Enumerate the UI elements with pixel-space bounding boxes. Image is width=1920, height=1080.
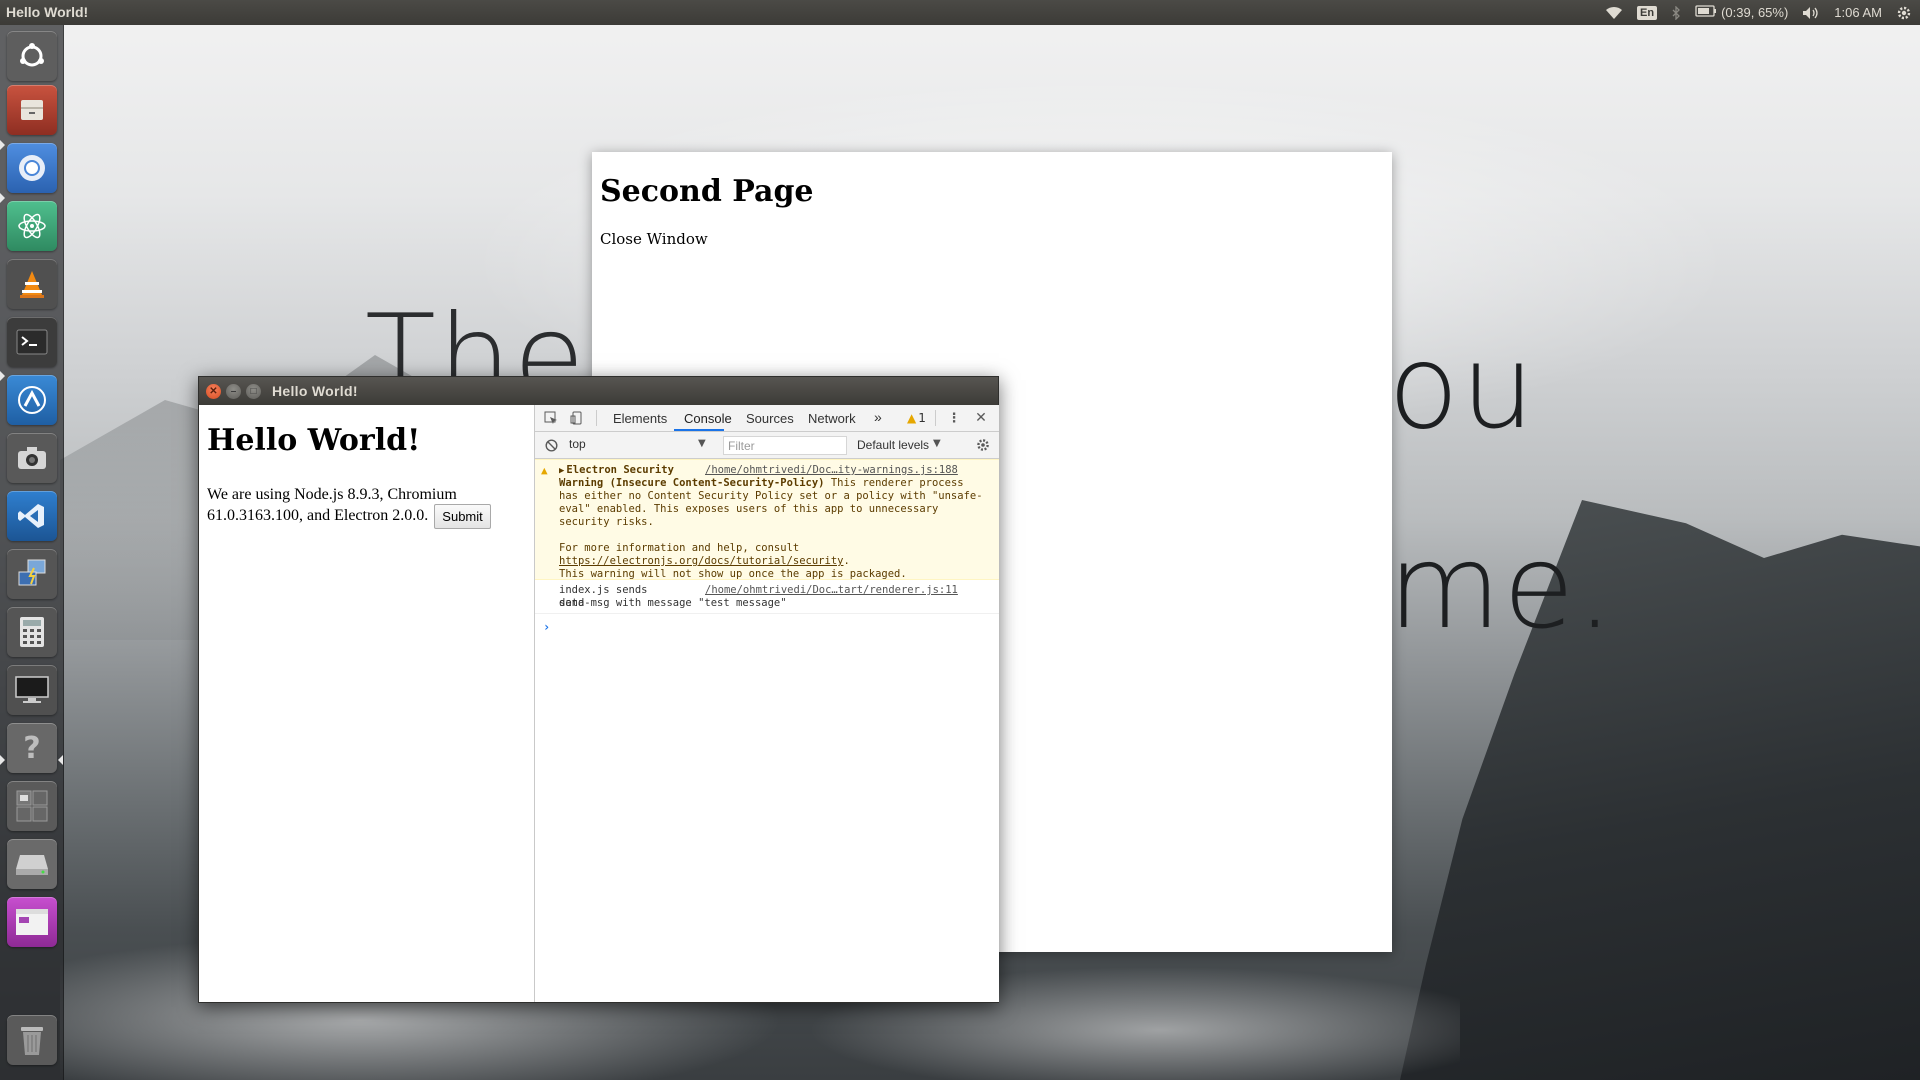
second-page-heading: Second Page [600, 174, 814, 209]
chromium-icon[interactable] [7, 143, 57, 193]
tab-elements[interactable]: Elements [613, 411, 667, 426]
wallpaper-text-ou: ou [1388, 320, 1537, 455]
console-settings-gear-icon[interactable] [975, 437, 991, 453]
maximize-icon[interactable]: □ [246, 384, 261, 399]
battery-text: (0:39, 65%) [1721, 5, 1789, 20]
warning-icon: ▲ [907, 411, 917, 425]
wallpaper-text-me: me. [1388, 520, 1616, 655]
running-indicator [0, 140, 5, 150]
volume-icon[interactable] [1802, 6, 1820, 20]
arrow-up-logo-icon[interactable] [7, 375, 57, 425]
ubuntu-logo-icon[interactable] [7, 31, 57, 81]
log-levels-selector[interactable]: Default levels [857, 438, 929, 452]
warning-footer: This warning will not show up once the a… [559, 568, 907, 580]
monitor-icon[interactable] [7, 665, 57, 715]
minimize-icon[interactable]: – [226, 384, 241, 399]
device-toolbar-icon[interactable] [569, 410, 585, 426]
wifi-icon[interactable] [1605, 6, 1623, 20]
close-icon[interactable]: ✕ [206, 384, 221, 399]
remote-desktop-icon[interactable] [7, 549, 57, 599]
dropdown-arrow-icon[interactable]: ▼ [933, 438, 941, 449]
close-devtools-icon[interactable]: ✕ [973, 410, 989, 426]
submit-button[interactable]: Submit [434, 504, 491, 529]
console-log-message: index.js sends send- data msg with messa… [535, 581, 999, 614]
log-text-line2: data msg with message "test message" [559, 597, 787, 609]
inspect-element-icon[interactable] [543, 410, 559, 426]
vscode-icon[interactable] [7, 491, 57, 541]
file-cabinet-icon[interactable] [7, 85, 57, 135]
expand-triangle-icon[interactable]: ▶ [559, 466, 564, 476]
running-indicator [0, 193, 5, 203]
console-prompt[interactable]: › [543, 620, 550, 634]
bluetooth-icon[interactable] [1671, 5, 1681, 20]
active-window-title: Hello World! [6, 4, 89, 20]
warning-title[interactable]: ▶ Electron Security [559, 464, 674, 476]
devtools-panel: Elements Console Sources Network » ▲ 1 ⋮… [534, 405, 999, 1002]
source-link[interactable]: /home/ohmtrivedi/Doc…ity-warnings.js:188 [705, 464, 958, 476]
trash-icon[interactable] [7, 1015, 57, 1065]
battery-icon [1695, 5, 1717, 20]
atom-icon[interactable] [7, 201, 57, 251]
battery-indicator[interactable]: (0:39, 65%) [1695, 5, 1788, 20]
warning-count-badge[interactable]: ▲ 1 [907, 411, 926, 425]
kebab-menu-icon[interactable]: ⋮ [946, 410, 962, 426]
terminal-icon[interactable] [7, 317, 57, 367]
running-indicator [0, 371, 5, 381]
camera-icon[interactable] [7, 433, 57, 483]
console-output: ▲ ▶ Electron Security /home/ohmtrivedi/Do… [535, 459, 999, 1002]
active-tab-indicator [674, 429, 724, 431]
toolbar-divider [596, 410, 597, 426]
clear-console-icon[interactable] [543, 437, 559, 453]
warning-icon: ▲ [541, 464, 548, 477]
unity-launcher: ? [0, 25, 64, 1080]
console-toolbar: top ▼ Default levels ▼ [535, 432, 999, 459]
calculator-icon[interactable] [7, 607, 57, 657]
tab-console[interactable]: Console [684, 411, 732, 426]
versions-paragraph: We are using Node.js 8.9.3, Chromium 61.… [207, 485, 527, 529]
system-tray: En (0:39, 65%) 1:06 AM [1605, 0, 1912, 25]
dropdown-arrow-icon[interactable]: ▼ [698, 438, 706, 449]
app-window-icon[interactable] [7, 897, 57, 947]
running-indicator [0, 755, 5, 765]
vlc-cone-icon[interactable] [7, 259, 57, 309]
warning-title-text: Electron Security [566, 464, 674, 476]
hard-drive-icon[interactable] [7, 839, 57, 889]
workspace-switcher-icon[interactable] [7, 781, 57, 831]
more-tabs-chevron-icon[interactable]: » [874, 409, 882, 425]
language-badge: En [1637, 5, 1658, 20]
settings-gear-icon[interactable] [1896, 5, 1912, 21]
source-link[interactable]: /home/ohmtrivedi/Doc…tart/renderer.js:11 [705, 584, 958, 596]
help-text: For more information and help, consult [559, 542, 806, 554]
keyboard-language-indicator[interactable]: En [1637, 5, 1658, 20]
help-link[interactable]: https://electronjs.org/docs/tutorial/sec… [559, 555, 843, 567]
window-title: Hello World! [272, 383, 358, 399]
question-mark-icon[interactable]: ? [7, 723, 57, 773]
window-titlebar[interactable]: ✕ – □ Hello World! [199, 377, 998, 405]
toolbar-divider [935, 410, 936, 426]
versions-text: We are using Node.js 8.9.3, Chromium 61.… [207, 486, 457, 525]
close-window-link[interactable]: Close Window [600, 230, 708, 248]
clock[interactable]: 1:06 AM [1834, 5, 1882, 20]
console-warning-message: ▲ ▶ Electron Security /home/ohmtrivedi/Do… [535, 459, 999, 580]
warning-count: 1 [918, 411, 926, 425]
console-filter-input[interactable] [723, 436, 847, 455]
warning-label: Warning (Insecure Content-Security-Polic… [559, 477, 825, 489]
focused-indicator [58, 755, 63, 765]
warning-body: Warning (Insecure Content-Security-Polic… [559, 477, 983, 580]
devtools-tabbar: Elements Console Sources Network » ▲ 1 ⋮… [535, 405, 999, 432]
hello-world-window: ✕ – □ Hello World! Hello World! We are u… [198, 376, 999, 1003]
app-content: Hello World! We are using Node.js 8.9.3,… [199, 405, 535, 1002]
context-selector[interactable]: top [569, 437, 683, 454]
page-heading: Hello World! [207, 423, 421, 458]
tab-sources[interactable]: Sources [746, 411, 794, 426]
top-panel: Hello World! En (0:39, 65%) 1:06 AM [0, 0, 1920, 25]
tab-network[interactable]: Network [808, 411, 856, 426]
